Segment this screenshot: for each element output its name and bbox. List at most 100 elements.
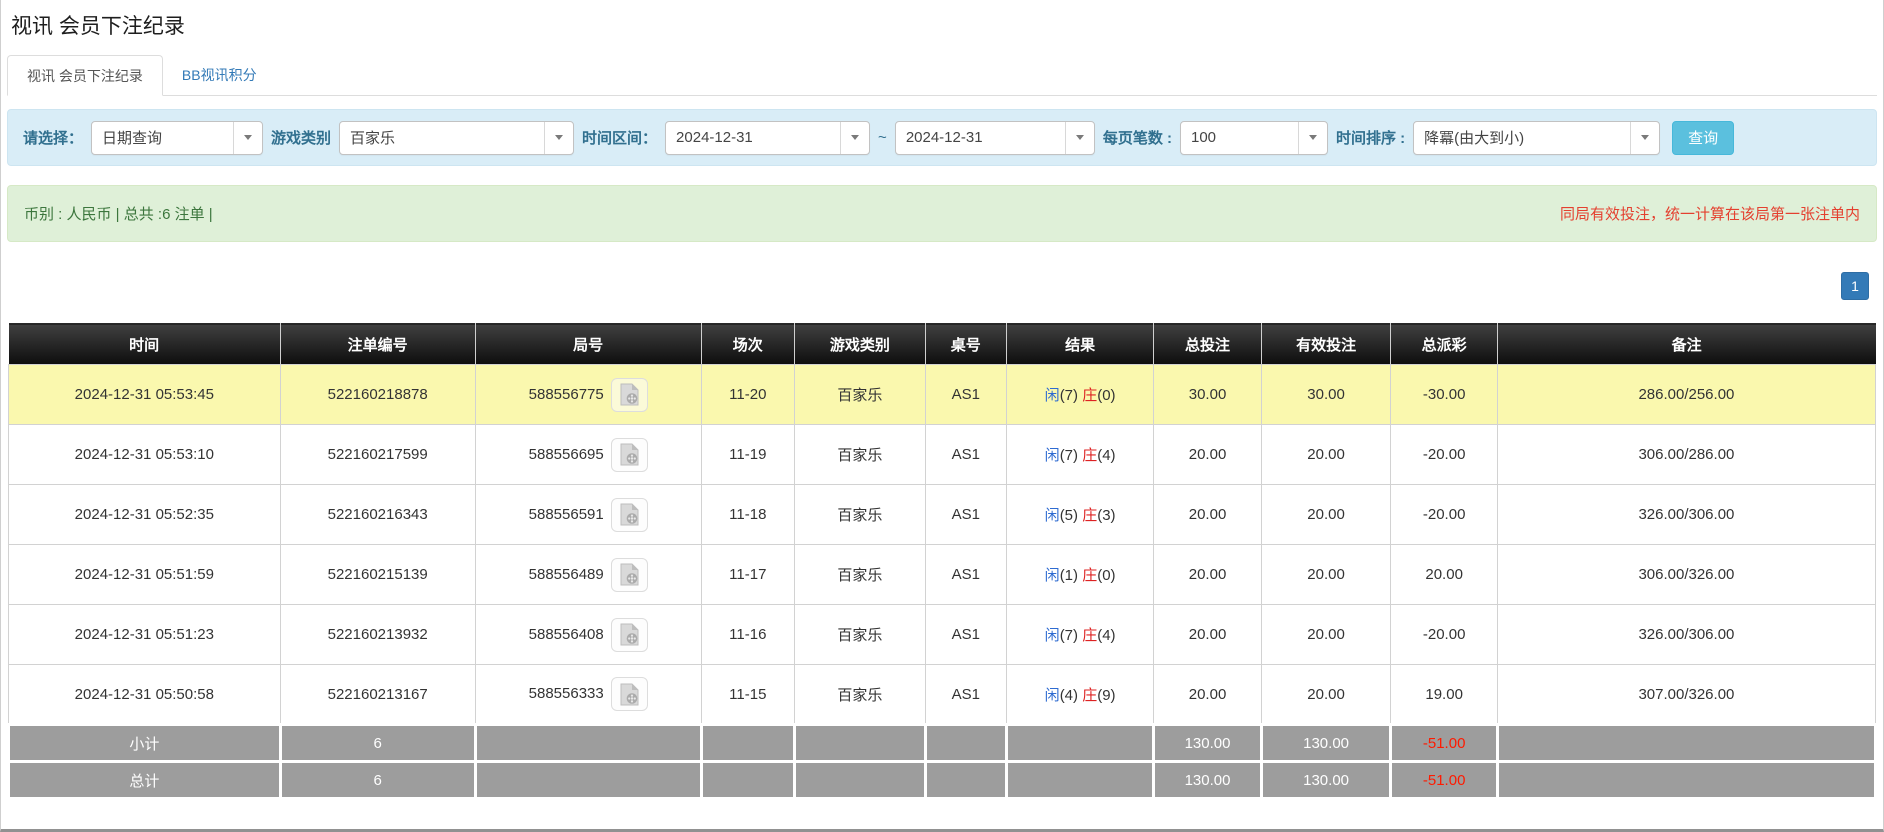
cell-valid-bet: 30.00 (1261, 365, 1391, 425)
date-from-value: 2024-12-31 (676, 129, 753, 146)
tab-video-bet-records[interactable]: 视讯 会员下注纪录 (7, 55, 163, 96)
cell-total-bet-link[interactable]: 20.00 (1154, 425, 1261, 485)
cell-payout: -20.00 (1391, 485, 1497, 545)
result-banker: 庄 (1082, 687, 1097, 704)
query-type-select[interactable]: 日期查询 (91, 121, 263, 155)
cell-time: 2024-12-31 05:51:59 (9, 545, 281, 605)
result-player-score: (4) (1060, 687, 1078, 704)
search-button[interactable]: 查询 (1672, 121, 1734, 155)
summary-valid-bet: 130.00 (1261, 762, 1391, 799)
result-banker-score: (0) (1097, 387, 1115, 404)
cell-remark: 306.00/286.00 (1497, 425, 1875, 485)
cell-total-bet-link[interactable]: 20.00 (1154, 545, 1261, 605)
summary-row: 总计 6 130.00 130.00 -51.00 (9, 762, 1876, 799)
summary-total-bet: 130.00 (1154, 725, 1261, 762)
summary-bar: 币别 : 人民币 | 总共 :6 注单 | 同局有效投注，统一计算在该局第一张注… (7, 185, 1877, 242)
chevron-down-icon (1065, 122, 1094, 154)
video-file-icon (619, 623, 640, 646)
result-player-score: (5) (1060, 507, 1078, 524)
result-banker: 庄 (1082, 447, 1097, 464)
cell-bet-number: 522160213932 (280, 605, 475, 665)
cell-table-number: AS1 (925, 485, 1006, 545)
column-header: 局号 (475, 324, 701, 365)
chevron-down-icon (840, 122, 869, 154)
cell-game-type: 百家乐 (794, 365, 925, 425)
video-replay-button[interactable] (611, 558, 648, 592)
cell-bet-number: 522160213167 (280, 665, 475, 725)
sort-order-value: 降冪(由大到小) (1424, 127, 1524, 148)
video-replay-button[interactable] (611, 498, 648, 532)
cell-time: 2024-12-31 05:53:45 (9, 365, 281, 425)
cell-time: 2024-12-31 05:51:23 (9, 605, 281, 665)
tab-bb-video-points[interactable]: BB视讯积分 (163, 54, 276, 95)
time-range-label: 时间区间： (582, 127, 657, 148)
game-type-label: 游戏类别 (271, 127, 331, 148)
valid-bet-notice: 同局有效投注，统一计算在该局第一张注单内 (1560, 203, 1860, 224)
cell-remark: 326.00/306.00 (1497, 485, 1875, 545)
cell-table-number: AS1 (925, 365, 1006, 425)
video-file-icon (619, 383, 640, 406)
cell-valid-bet: 20.00 (1261, 425, 1391, 485)
video-replay-button[interactable] (611, 378, 648, 412)
cell-total-bet-link[interactable]: 20.00 (1154, 485, 1261, 545)
summary-payout: -51.00 (1391, 725, 1497, 762)
sort-order-select[interactable]: 降冪(由大到小) (1413, 121, 1660, 155)
cell-result: 闲(7) 庄(4) (1006, 425, 1153, 485)
video-replay-button[interactable] (611, 618, 648, 652)
cell-valid-bet: 20.00 (1261, 485, 1391, 545)
date-to-select[interactable]: 2024-12-31 (895, 121, 1095, 155)
column-header: 有效投注 (1261, 324, 1391, 365)
cell-payout: -20.00 (1391, 425, 1497, 485)
cell-remark: 326.00/306.00 (1497, 605, 1875, 665)
table-row: 2024-12-31 05:51:23 522160213932 5885564… (9, 605, 1876, 665)
cell-session: 11-17 (701, 545, 794, 605)
cell-result: 闲(1) 庄(0) (1006, 545, 1153, 605)
video-replay-button[interactable] (611, 677, 648, 711)
result-player: 闲 (1045, 687, 1060, 704)
summary-row: 小计 6 130.00 130.00 -51.00 (9, 725, 1876, 762)
cell-bet-number: 522160215139 (280, 545, 475, 605)
query-type-value: 日期查询 (102, 127, 162, 148)
cell-session: 11-20 (701, 365, 794, 425)
game-type-select[interactable]: 百家乐 (339, 121, 574, 155)
cell-valid-bet: 20.00 (1261, 665, 1391, 725)
date-to-value: 2024-12-31 (906, 129, 983, 146)
chevron-down-icon (233, 122, 262, 154)
date-from-select[interactable]: 2024-12-31 (665, 121, 870, 155)
range-tilde: ~ (878, 129, 887, 146)
cell-payout: -20.00 (1391, 605, 1497, 665)
tab-label: BB视讯积分 (182, 65, 257, 85)
cell-total-bet-link[interactable]: 20.00 (1154, 665, 1261, 725)
chevron-down-icon (1630, 122, 1659, 154)
cell-session: 11-15 (701, 665, 794, 725)
result-banker: 庄 (1082, 627, 1097, 644)
cell-table-number: AS1 (925, 605, 1006, 665)
column-header: 时间 (9, 324, 281, 365)
filter-bar: 请选择： 日期查询 游戏类别 百家乐 时间区间： 2024-12-31 ~ 20… (7, 109, 1877, 166)
result-player: 闲 (1045, 507, 1060, 524)
page-1-button[interactable]: 1 (1841, 272, 1869, 300)
cell-valid-bet: 20.00 (1261, 605, 1391, 665)
cell-round-number: 588556695 (475, 425, 701, 485)
cell-bet-number: 522160218878 (280, 365, 475, 425)
chevron-down-icon (1298, 122, 1327, 154)
records-footer: 小计 6 130.00 130.00 -51.00 总计 6 130.00 13… (9, 725, 1876, 799)
cell-remark: 286.00/256.00 (1497, 365, 1875, 425)
video-replay-button[interactable] (611, 438, 648, 472)
column-header: 游戏类别 (794, 324, 925, 365)
result-banker-score: (9) (1097, 687, 1115, 704)
page-size-select[interactable]: 100 (1180, 121, 1328, 155)
result-banker-score: (0) (1097, 567, 1115, 584)
tab-label: 视讯 会员下注纪录 (27, 66, 143, 86)
video-file-icon (619, 563, 640, 586)
cell-total-bet-link[interactable]: 30.00 (1154, 365, 1261, 425)
round-number: 588556333 (529, 685, 604, 702)
cell-total-bet-link[interactable]: 20.00 (1154, 605, 1261, 665)
table-row: 2024-12-31 05:52:35 522160216343 5885565… (9, 485, 1876, 545)
table-row: 2024-12-31 05:50:58 522160213167 5885563… (9, 665, 1876, 725)
round-number: 588556775 (529, 385, 604, 402)
cell-payout: -30.00 (1391, 365, 1497, 425)
result-player: 闲 (1045, 567, 1060, 584)
summary-payout: -51.00 (1391, 762, 1497, 799)
table-row: 2024-12-31 05:53:45 522160218878 5885567… (9, 365, 1876, 425)
